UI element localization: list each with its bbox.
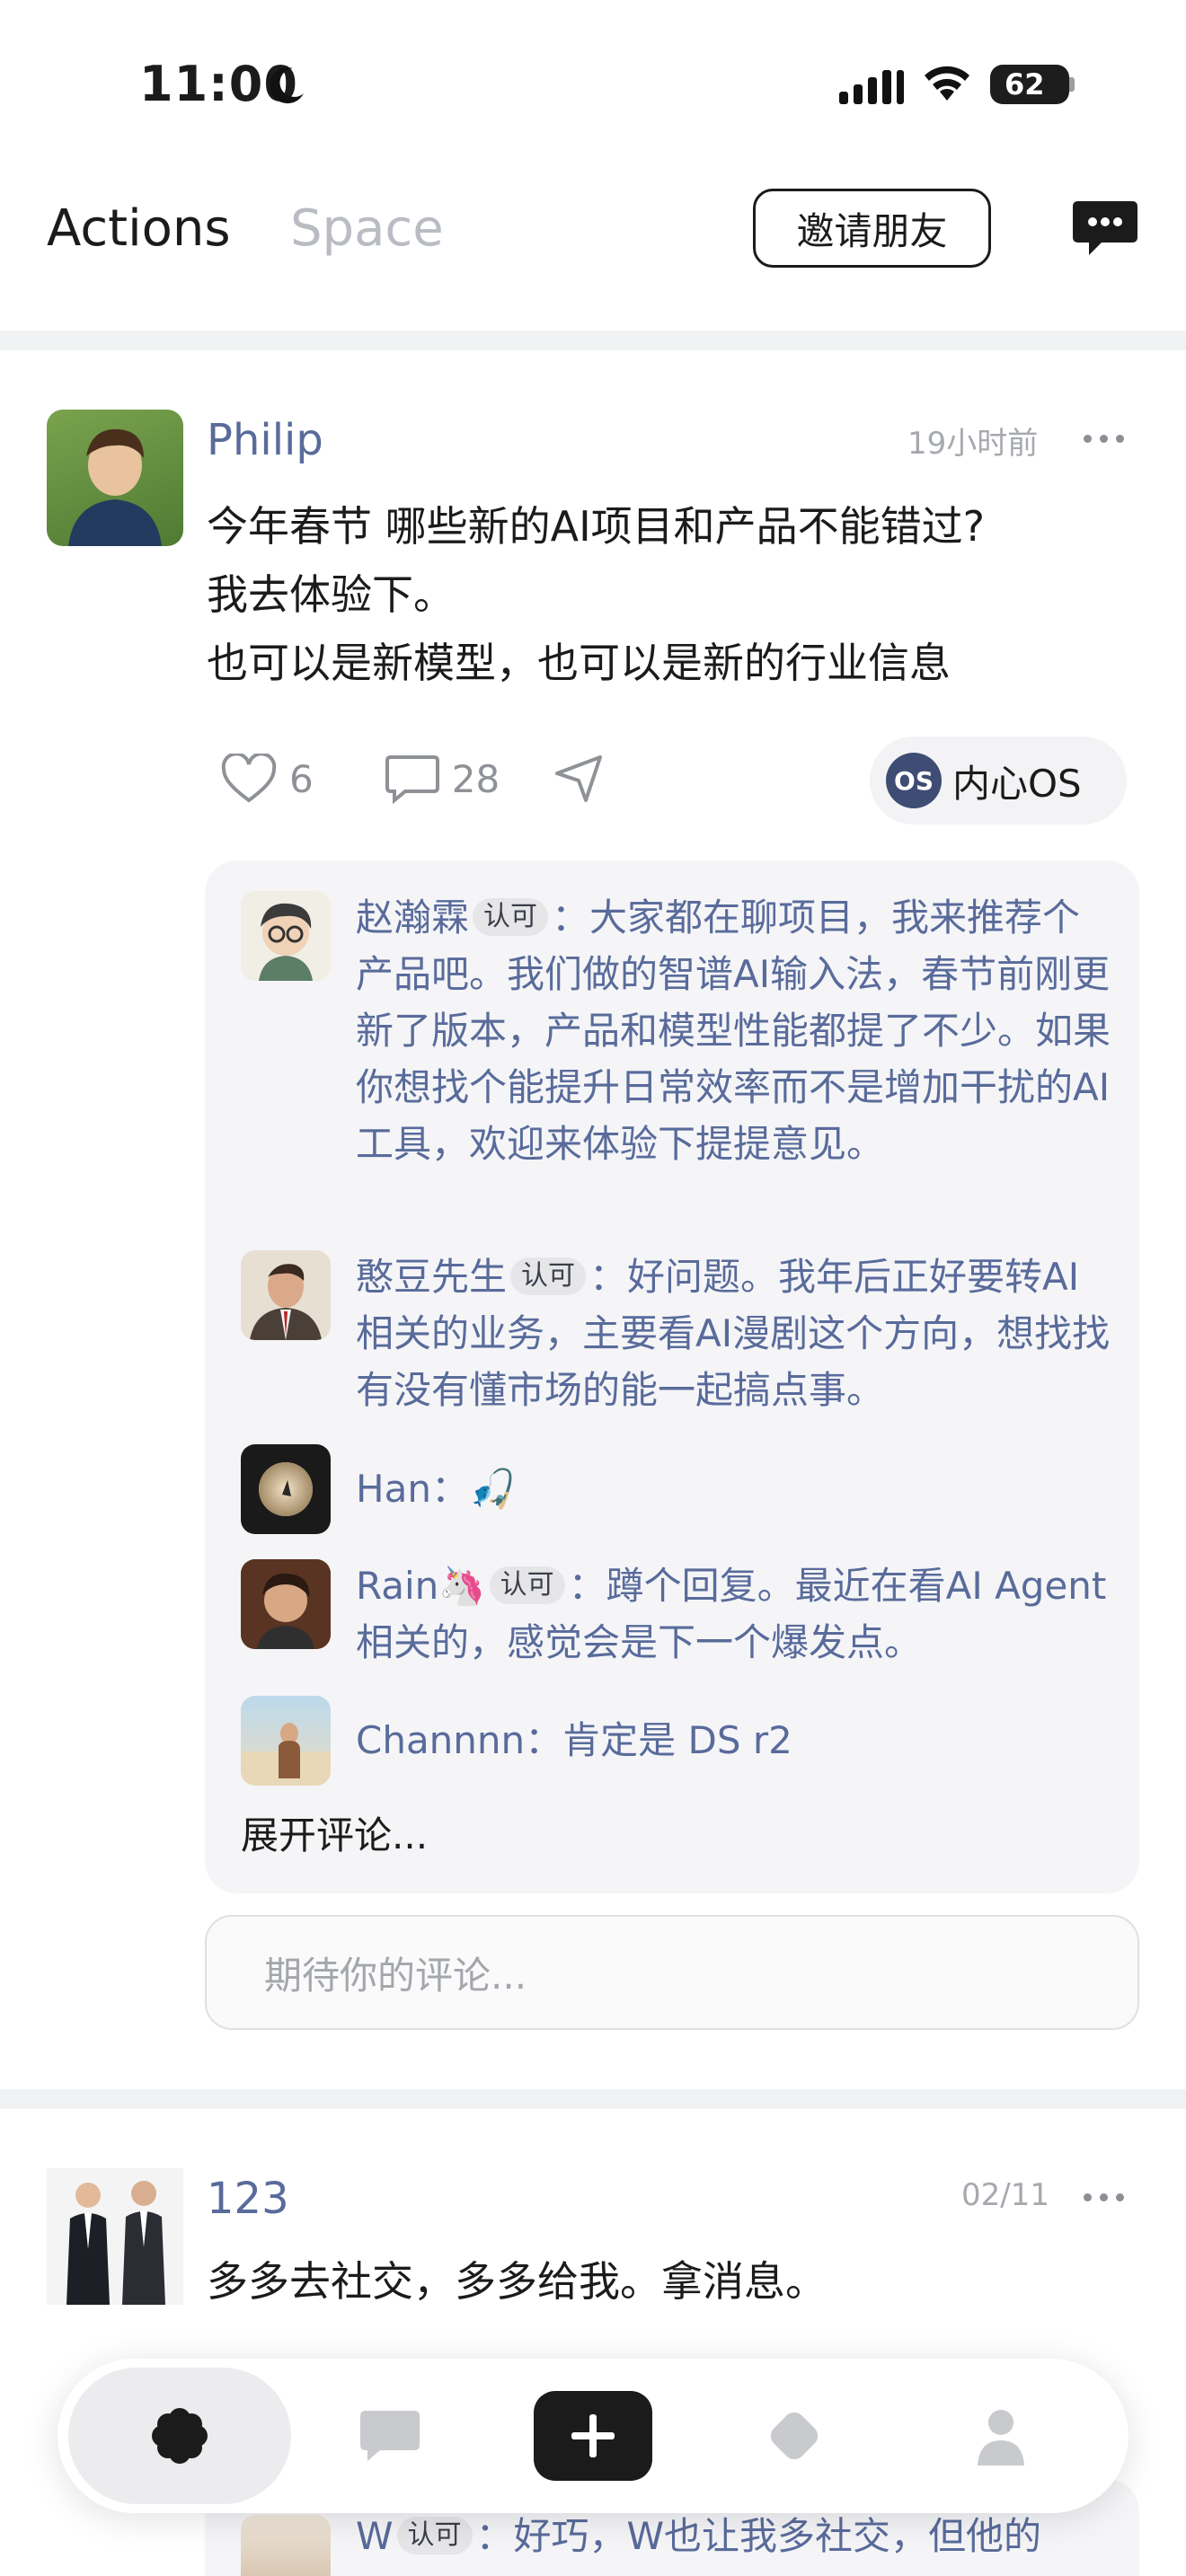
comment-text: ：🎣 [430,1467,517,1511]
author-avatar[interactable] [47,410,183,546]
post-line: 我去体验下。 [207,570,455,619]
inner-os-label: 内心OS [952,761,1082,806]
bottom-nav [58,2359,1128,2513]
commenter-avatar[interactable] [241,2515,331,2576]
share-icon [555,755,603,802]
signal-icon [839,70,904,104]
comment-item: 赵瀚霖 认可 ：大家都在聊项目，我来推荐个产品吧。我们做的智谱AI输入法，春节前刚更… [356,889,1111,1172]
post-body: 今年春节 哪些新的AI项目和产品不能错过? 我去体验下。 也可以是新模型，也可以… [207,492,985,697]
profile-icon [978,2410,1024,2466]
chat-bubble-icon[interactable] [1071,198,1139,260]
tab-actions[interactable]: Actions [47,199,231,258]
post-time: 19小时前 [907,426,1039,462]
section-divider [0,331,1186,350]
post-line: 今年春节 哪些新的AI项目和产品不能错过? [207,502,986,551]
post-body: 多多去社交，多多给我。拿消息。 [207,2247,827,2316]
comment-button[interactable]: 28 [385,754,500,804]
like-count: 6 [289,756,314,801]
comment-item: Rain🦄 认可 ：蹲个回复。最近在看AI Agent相关的，感觉会是下一个爆发点。 [356,1557,1111,1671]
comment-text: ：肯定是 DS r2 [525,1718,792,1762]
status-bar: 11:00 62 [0,0,1186,171]
comment-item: Channnn：肯定是 DS r2 [356,1712,1111,1769]
commenter-avatar[interactable] [241,1444,331,1534]
wifi-icon [925,66,969,101]
flower-icon [152,2408,208,2464]
approve-badge[interactable]: 认可 [396,2517,473,2554]
more-options-icon[interactable] [1084,2193,1124,2201]
post-actions: 6 28 [221,747,604,810]
comment-item: Han：🎣 [356,1460,1111,1517]
nav-home[interactable] [68,2368,291,2504]
commenter-avatar[interactable] [241,1559,331,1649]
post-author[interactable]: Philip [207,415,323,465]
comment-item: W 认可 ：好巧，W也让我多社交，但他的 [356,2508,1111,2564]
moon-icon [270,67,304,104]
post-line: 多多去社交，多多给我。拿消息。 [207,2257,827,2306]
comment-icon [385,755,439,804]
create-post-button[interactable] [534,2391,652,2481]
nav-messages[interactable] [327,2359,453,2513]
comments-panel: 赵瀚霖 认可 ：大家都在聊项目，我来推荐个产品吧。我们做的智谱AI输入法，春节前刚更… [205,860,1139,1893]
message-icon [360,2411,420,2461]
heart-icon [221,754,277,803]
top-header: Actions Space 邀请朋友 [0,171,1186,332]
like-button[interactable]: 6 [221,754,314,804]
post-time: 02/11 [961,2177,1049,2213]
tab-space[interactable]: Space [290,199,444,258]
diamond-icon [770,2412,819,2460]
comment-count: 28 [451,756,500,801]
commenter-avatar[interactable] [241,891,331,981]
plus-icon [571,2414,615,2457]
commenter-avatar[interactable] [241,1696,331,1786]
commenter-name[interactable]: W [356,2514,394,2558]
approve-badge[interactable]: 认可 [489,1566,565,1604]
nav-discover[interactable] [731,2359,857,2513]
comment-item: 憨豆先生 认可 ：好问题。我年后正好要转AI相关的业务，主要看AI漫剧这个方向，想找… [356,1248,1111,1418]
inner-os-button[interactable]: OS 内心OS [870,737,1127,825]
section-divider [0,2089,1186,2109]
author-avatar[interactable] [47,2168,183,2305]
nav-profile[interactable] [938,2359,1064,2513]
commenter-name[interactable]: 憨豆先生 [356,1255,507,1299]
commenter-name[interactable]: Rain🦄 [356,1564,486,1608]
share-button[interactable] [553,754,604,804]
os-icon: OS [886,753,942,808]
invite-friends-button[interactable]: 邀请朋友 [753,189,991,268]
commenter-name[interactable]: Han [356,1467,431,1511]
expand-comments-link[interactable]: 展开评论... [241,1805,428,1860]
commenter-name[interactable]: Channnn [356,1718,525,1762]
comment-input[interactable]: 期待你的评论... [205,1915,1139,2030]
comment-text: ：好巧，W也让我多社交，但他的 [475,2514,1042,2558]
battery-indicator: 62 [990,65,1069,104]
more-options-icon[interactable] [1084,435,1124,443]
battery-level: 62 [1005,67,1045,101]
commenter-avatar[interactable] [241,1250,331,1340]
approve-badge[interactable]: 认可 [473,898,549,936]
post-author[interactable]: 123 [207,2174,289,2224]
battery-cap [1069,77,1075,92]
commenter-name[interactable]: 赵瀚霖 [356,895,469,940]
approve-badge[interactable]: 认可 [510,1257,587,1295]
post-line: 也可以是新模型，也可以是新的行业信息 [207,639,951,687]
